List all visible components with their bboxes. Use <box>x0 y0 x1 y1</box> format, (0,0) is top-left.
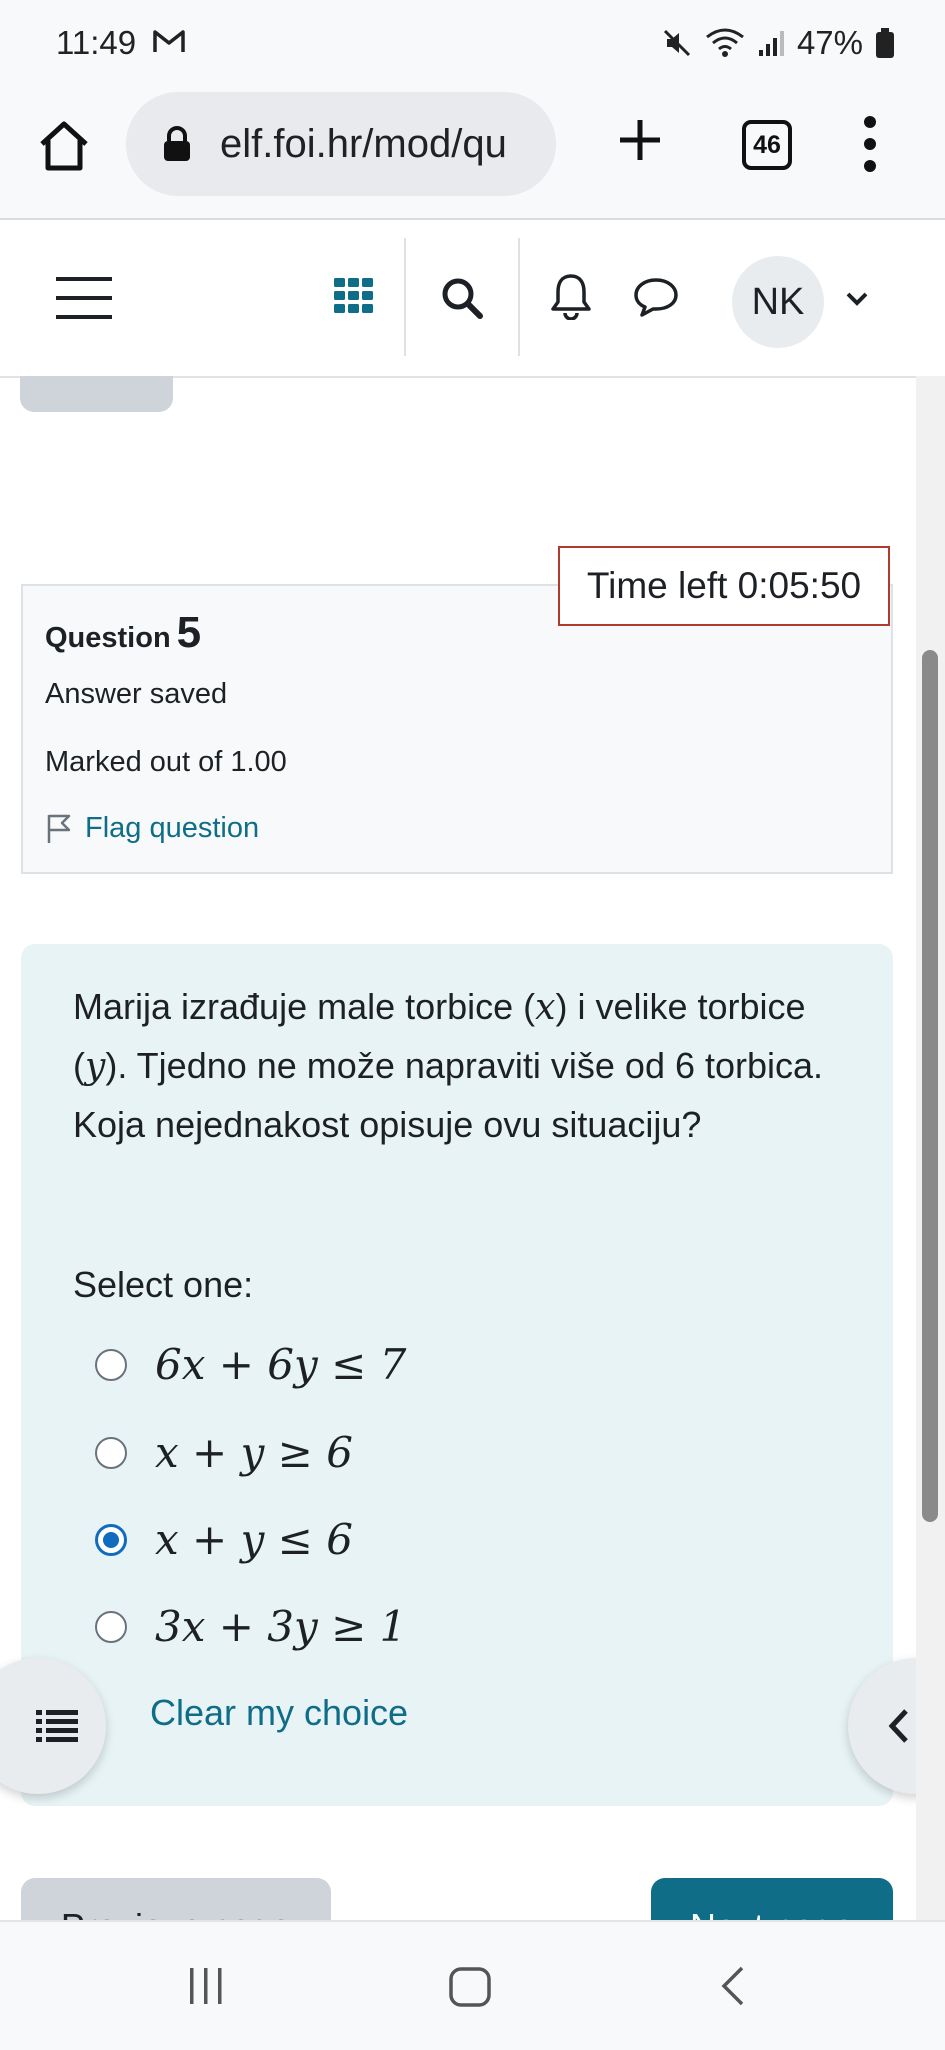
more-options-icon[interactable] <box>858 114 882 174</box>
question-number: Question 5 <box>45 608 202 657</box>
home-button-icon[interactable] <box>448 1966 492 2008</box>
address-bar[interactable]: elf.foi.hr/mod/qu <box>126 92 556 196</box>
menu-icon[interactable] <box>56 275 112 321</box>
wifi-icon <box>706 28 744 57</box>
messages-chat-icon[interactable] <box>632 276 680 318</box>
recent-apps-icon[interactable] <box>186 1966 226 2006</box>
list-icon <box>36 1710 78 1742</box>
radio-button[interactable] <box>95 1610 127 1643</box>
select-one-prompt: Select one: <box>73 1264 254 1305</box>
question-state: Answer saved <box>45 678 228 710</box>
lock-icon <box>164 126 190 161</box>
question-formulation: Marija izrađuje male torbice (x) i velik… <box>21 944 893 1806</box>
flag-question-label: Flag question <box>85 812 260 844</box>
flag-question-link[interactable]: Flag question <box>45 812 259 845</box>
answer-option[interactable]: 6x + 6y ≤ 7 <box>95 1340 406 1389</box>
answer-option-label: x + y ≤ 6 <box>155 1515 353 1564</box>
answer-option-label: 3x + 3y ≥ 1 <box>155 1602 407 1651</box>
radio-button-selected[interactable] <box>95 1523 127 1556</box>
radio-button[interactable] <box>95 1348 127 1381</box>
user-avatar[interactable]: NK <box>732 256 824 348</box>
home-icon[interactable] <box>36 118 92 174</box>
answer-option-label: 6x + 6y ≤ 7 <box>155 1340 407 1389</box>
new-tab-icon[interactable] <box>612 112 668 168</box>
gmail-icon <box>153 30 185 52</box>
status-icons: 47% <box>661 24 895 62</box>
question-info-panel: Question 5 Answer saved Marked out of 1.0… <box>21 584 893 874</box>
scrollbar-thumb[interactable] <box>922 650 938 1522</box>
partially-hidden-button[interactable] <box>20 376 173 412</box>
system-navigation-bar <box>0 1920 945 2050</box>
flag-icon <box>47 814 71 843</box>
clear-choice-link[interactable]: Clear my choice <box>150 1692 408 1734</box>
navbar-divider <box>404 238 406 356</box>
answer-option-selected[interactable]: x + y ≤ 6 <box>95 1515 353 1564</box>
answer-option[interactable]: 3x + 3y ≥ 1 <box>95 1602 406 1651</box>
notifications-bell-icon[interactable] <box>548 272 594 320</box>
search-icon[interactable] <box>440 276 484 320</box>
battery-percent: 47% <box>796 24 863 61</box>
answer-option-label: x + y ≥ 6 <box>155 1428 353 1477</box>
answer-option[interactable]: x + y ≥ 6 <box>95 1428 353 1477</box>
battery-icon <box>876 28 894 58</box>
signal-icon <box>758 31 784 56</box>
mute-icon <box>663 29 690 57</box>
navbar-divider <box>518 238 520 356</box>
question-text: Marija izrađuje male torbice (x) i velik… <box>73 986 824 1145</box>
status-time: 11:49 <box>56 24 137 61</box>
status-bar: 11:49 47% <box>0 0 945 90</box>
radio-button[interactable] <box>95 1436 127 1469</box>
url-text: elf.foi.hr/mod/qu <box>220 122 507 166</box>
back-icon[interactable] <box>718 1964 748 2008</box>
app-grid-icon[interactable] <box>334 278 374 314</box>
question-grade: Marked out of 1.00 <box>45 746 287 778</box>
tab-switcher-button[interactable]: 46 <box>742 120 792 170</box>
browser-toolbar: elf.foi.hr/mod/qu 46 <box>0 90 945 220</box>
chevron-down-icon[interactable] <box>844 290 870 308</box>
chevron-left-icon <box>888 1709 908 1743</box>
quiz-timer: Time left 0:05:50 <box>558 546 890 626</box>
site-navbar: NK <box>0 220 945 378</box>
